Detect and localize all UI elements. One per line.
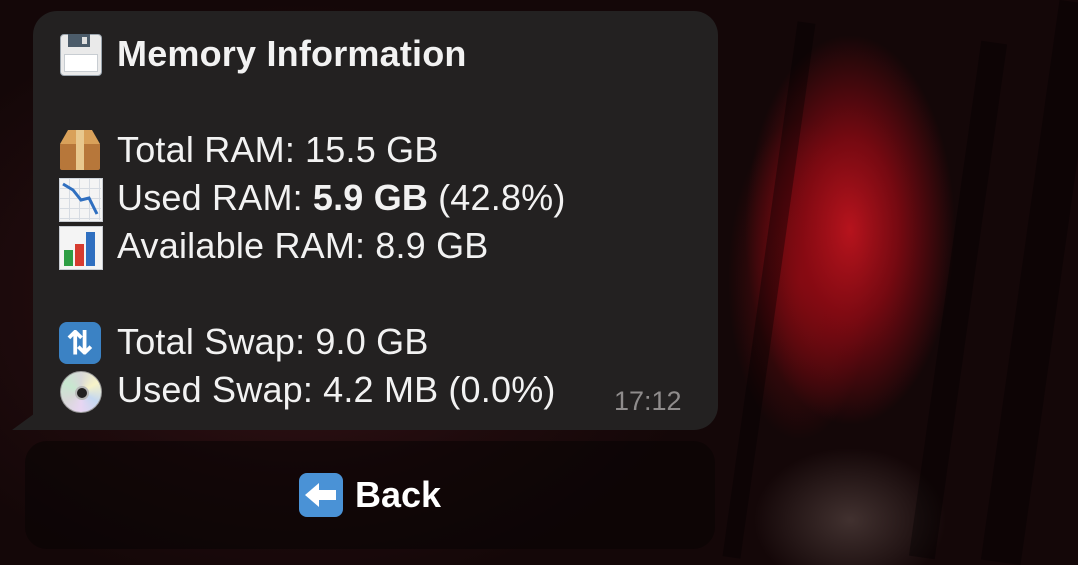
used-ram-line: Used RAM: 5.9 GB (42.8%) (57, 176, 566, 222)
available-ram-line: Available RAM: 8.9 GB (57, 224, 489, 270)
message-timestamp: 17:12 (614, 386, 682, 416)
available-ram-value: 8.9 GB (375, 225, 489, 266)
chart-decreasing-icon (57, 176, 103, 222)
back-button-label: Back (354, 474, 442, 515)
total-ram-label: Total RAM: (117, 129, 296, 170)
used-swap-percent: (0.0%) (448, 369, 556, 410)
used-ram-label: Used RAM: (117, 177, 303, 218)
used-swap-label: Used Swap: (117, 369, 314, 410)
total-swap-label: Total Swap: (117, 321, 306, 362)
total-ram-line: Total RAM: 15.5 GB (57, 128, 439, 172)
message-title-line: Memory Information (57, 32, 467, 76)
back-arrow-icon (298, 473, 343, 517)
swap-arrows-icon: ⇅ (57, 320, 103, 364)
package-icon (57, 128, 103, 172)
message-title: Memory Information (117, 33, 467, 74)
total-swap-value: 9.0 GB (315, 321, 429, 362)
floppy-disk-icon (57, 32, 103, 76)
total-ram-value: 15.5 GB (305, 129, 439, 170)
total-swap-line: ⇅ Total Swap: 9.0 GB (57, 320, 429, 364)
used-swap-value: 4.2 MB (323, 369, 439, 410)
used-ram-value: 5.9 GB (312, 177, 429, 218)
available-ram-label: Available RAM: (117, 225, 366, 266)
back-button[interactable]: Back (25, 441, 715, 549)
used-swap-line: Used Swap: 4.2 MB (0.0%) (57, 368, 556, 413)
used-ram-percent: (42.8%) (438, 177, 566, 218)
wallpaper-streak (722, 21, 816, 559)
bar-chart-icon (57, 224, 103, 270)
dvd-icon (57, 368, 103, 413)
